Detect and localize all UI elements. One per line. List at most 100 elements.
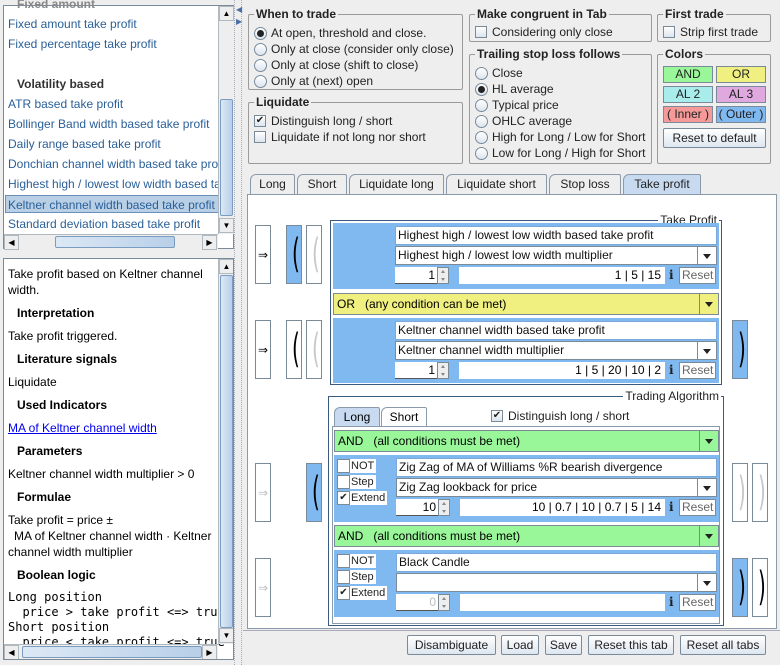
tab-short[interactable]: Short bbox=[297, 174, 347, 194]
list-item[interactable]: Highest high / lowest low width based ta… bbox=[8, 175, 218, 193]
description-panel[interactable]: Take profit based on Keltner channel wid… bbox=[3, 258, 234, 660]
implication-button[interactable]: ⇒ bbox=[255, 225, 271, 284]
list-item-selected[interactable]: Keltner channel width based take profit bbox=[5, 195, 219, 213]
tab-take-profit[interactable]: Take profit bbox=[623, 174, 701, 195]
parameter-spinner[interactable]: 1 bbox=[395, 362, 437, 379]
strip-first-trade-checkbox[interactable]: Strip first trade bbox=[663, 24, 758, 40]
parameter-dropdown[interactable]: Keltner channel width multiplier bbox=[395, 341, 717, 360]
parameter-spinner[interactable]: 1 bbox=[395, 267, 437, 284]
radio-high-long-low-short[interactable]: High for Long / Low for Short bbox=[475, 129, 645, 145]
outer-color-button[interactable]: ( Outer ) bbox=[716, 106, 766, 123]
scroll-down-button[interactable]: ▼ bbox=[219, 628, 233, 643]
close-paren-outer-button[interactable]: ) bbox=[732, 558, 748, 617]
list-horizontal-scrollbar[interactable]: ◀ ▶ bbox=[4, 234, 218, 250]
inner-tab-long[interactable]: Long bbox=[334, 407, 380, 426]
tab-liquidate-short[interactable]: Liquidate short bbox=[446, 174, 547, 194]
radio-close[interactable]: Close bbox=[475, 65, 523, 81]
al3-color-button[interactable]: AL 3 bbox=[716, 86, 766, 103]
open-paren-outer-button[interactable]: ( bbox=[306, 463, 322, 522]
algo-distinguish-checkbox[interactable]: ✔ Distinguish long / short bbox=[491, 408, 629, 424]
radio-only-close-shift[interactable]: Only at close (shift to close) bbox=[254, 57, 418, 73]
info-icon[interactable]: i bbox=[669, 363, 674, 377]
scroll-right-button[interactable]: ▶ bbox=[202, 645, 217, 659]
info-icon[interactable]: i bbox=[669, 268, 674, 282]
close-paren-outer-button[interactable]: ) bbox=[752, 463, 768, 522]
implication-button[interactable]: ⇒ bbox=[255, 320, 271, 379]
reset-parameter-button[interactable]: Reset bbox=[679, 594, 717, 611]
load-button[interactable]: Load bbox=[501, 635, 539, 655]
radio-hl-average[interactable]: HL average bbox=[475, 81, 554, 97]
scroll-left-button[interactable]: ◀ bbox=[4, 235, 19, 250]
open-paren-outer-button[interactable]: ( bbox=[286, 320, 302, 379]
expand-right-icon[interactable]: ▶ bbox=[236, 17, 242, 26]
info-horizontal-scrollbar[interactable]: ◀ ▶ bbox=[4, 644, 218, 659]
radio-only-close-consider[interactable]: Only at close (consider only close) bbox=[254, 41, 454, 57]
list-item[interactable]: Standard deviation based take profit bbox=[8, 215, 218, 233]
collapse-left-icon[interactable]: ◀ bbox=[236, 5, 242, 14]
scroll-right-button[interactable]: ▶ bbox=[202, 235, 217, 250]
not-checkbox[interactable]: NOT bbox=[337, 554, 377, 568]
open-paren-inner-button[interactable]: ( bbox=[306, 320, 322, 379]
reset-all-tabs-button[interactable]: Reset all tabs bbox=[680, 635, 766, 655]
close-paren-inner-button[interactable]: ) bbox=[732, 463, 748, 522]
spinner-arrows[interactable] bbox=[437, 267, 449, 284]
parameter-dropdown[interactable] bbox=[396, 573, 717, 592]
scroll-up-button[interactable]: ▲ bbox=[219, 6, 234, 21]
condition-name-field[interactable]: Black Candle bbox=[396, 553, 717, 572]
list-item[interactable]: Fixed percentage take profit bbox=[8, 35, 218, 53]
logic-operator-dropdown[interactable]: AND (all conditions must be met) bbox=[334, 525, 719, 547]
scroll-thumb[interactable] bbox=[55, 236, 175, 248]
spinner-arrows[interactable] bbox=[438, 499, 450, 516]
scroll-down-button[interactable]: ▼ bbox=[219, 218, 234, 233]
indicator-link[interactable]: MA of Keltner channel width bbox=[8, 421, 157, 435]
chevron-down-icon[interactable] bbox=[697, 247, 716, 264]
tab-liquidate-long[interactable]: Liquidate long bbox=[349, 174, 444, 194]
parameter-dropdown[interactable]: Highest high / lowest low width multipli… bbox=[395, 246, 717, 265]
chevron-down-icon[interactable] bbox=[697, 342, 716, 359]
radio-at-open-threshold-close[interactable]: At open, threshold and close. bbox=[254, 25, 426, 41]
chevron-down-icon[interactable] bbox=[699, 294, 718, 314]
split-pane-divider[interactable]: ◀ ▶ bbox=[234, 0, 242, 665]
list-item[interactable]: Daily range based take profit bbox=[8, 135, 218, 153]
reset-this-tab-button[interactable]: Reset this tab bbox=[588, 635, 674, 655]
radio-typical-price[interactable]: Typical price bbox=[475, 97, 559, 113]
reset-parameter-button[interactable]: Reset bbox=[679, 267, 717, 284]
scroll-thumb[interactable] bbox=[220, 99, 233, 216]
list-item[interactable]: ATR based take profit bbox=[8, 95, 218, 113]
scroll-left-button[interactable]: ◀ bbox=[4, 645, 19, 659]
chevron-down-icon[interactable] bbox=[697, 479, 716, 496]
distinguish-long-short-checkbox[interactable]: ✔ Distinguish long / short bbox=[254, 113, 392, 129]
scroll-thumb[interactable] bbox=[22, 646, 202, 658]
logic-operator-dropdown[interactable]: OR (any condition can be met) bbox=[333, 293, 719, 315]
open-paren-outer-button[interactable]: ( bbox=[286, 225, 302, 284]
or-color-button[interactable]: OR bbox=[716, 66, 766, 83]
implication-button[interactable]: ⇒ bbox=[255, 558, 271, 617]
info-icon[interactable]: i bbox=[669, 595, 674, 609]
considering-only-close-checkbox[interactable]: Considering only close bbox=[475, 24, 613, 40]
liquidate-if-not-checkbox[interactable]: Liquidate if not long nor short bbox=[254, 129, 426, 145]
close-paren-outer-button[interactable]: ) bbox=[732, 320, 748, 379]
step-checkbox[interactable]: Step bbox=[337, 475, 376, 489]
rule-list[interactable]: Fixed amount Fixed amount take profit Fi… bbox=[3, 0, 234, 250]
condition-name-field[interactable]: Zig Zag of MA of Williams %R bearish div… bbox=[396, 458, 717, 477]
al2-color-button[interactable]: AL 2 bbox=[663, 86, 713, 103]
step-checkbox[interactable]: Step bbox=[337, 570, 376, 584]
extend-checkbox[interactable]: ✔ Extend bbox=[337, 491, 388, 505]
list-item[interactable]: Donchian channel width based take profit bbox=[8, 155, 218, 173]
scroll-thumb[interactable] bbox=[220, 275, 233, 628]
tab-long[interactable]: Long bbox=[250, 174, 295, 194]
extend-checkbox[interactable]: ✔ Extend bbox=[337, 586, 388, 600]
disambiguate-button[interactable]: Disambiguate bbox=[407, 635, 496, 655]
radio-only-next-open[interactable]: Only at (next) open bbox=[254, 73, 373, 89]
and-color-button[interactable]: AND bbox=[663, 66, 713, 83]
tab-stop-loss[interactable]: Stop loss bbox=[549, 174, 621, 194]
not-checkbox[interactable]: NOT bbox=[337, 459, 377, 473]
open-paren-inner-button[interactable]: ( bbox=[306, 225, 322, 284]
inner-color-button[interactable]: ( Inner ) bbox=[663, 106, 713, 123]
info-icon[interactable]: i bbox=[669, 500, 674, 514]
list-vertical-scrollbar[interactable]: ▲ ▼ bbox=[218, 6, 234, 234]
condition-name-field[interactable]: Highest high / lowest low width based ta… bbox=[395, 226, 717, 245]
implication-button[interactable]: ⇒ bbox=[255, 463, 271, 522]
list-item[interactable]: Fixed amount take profit bbox=[8, 15, 218, 33]
reset-to-default-button[interactable]: Reset to default bbox=[663, 128, 766, 148]
